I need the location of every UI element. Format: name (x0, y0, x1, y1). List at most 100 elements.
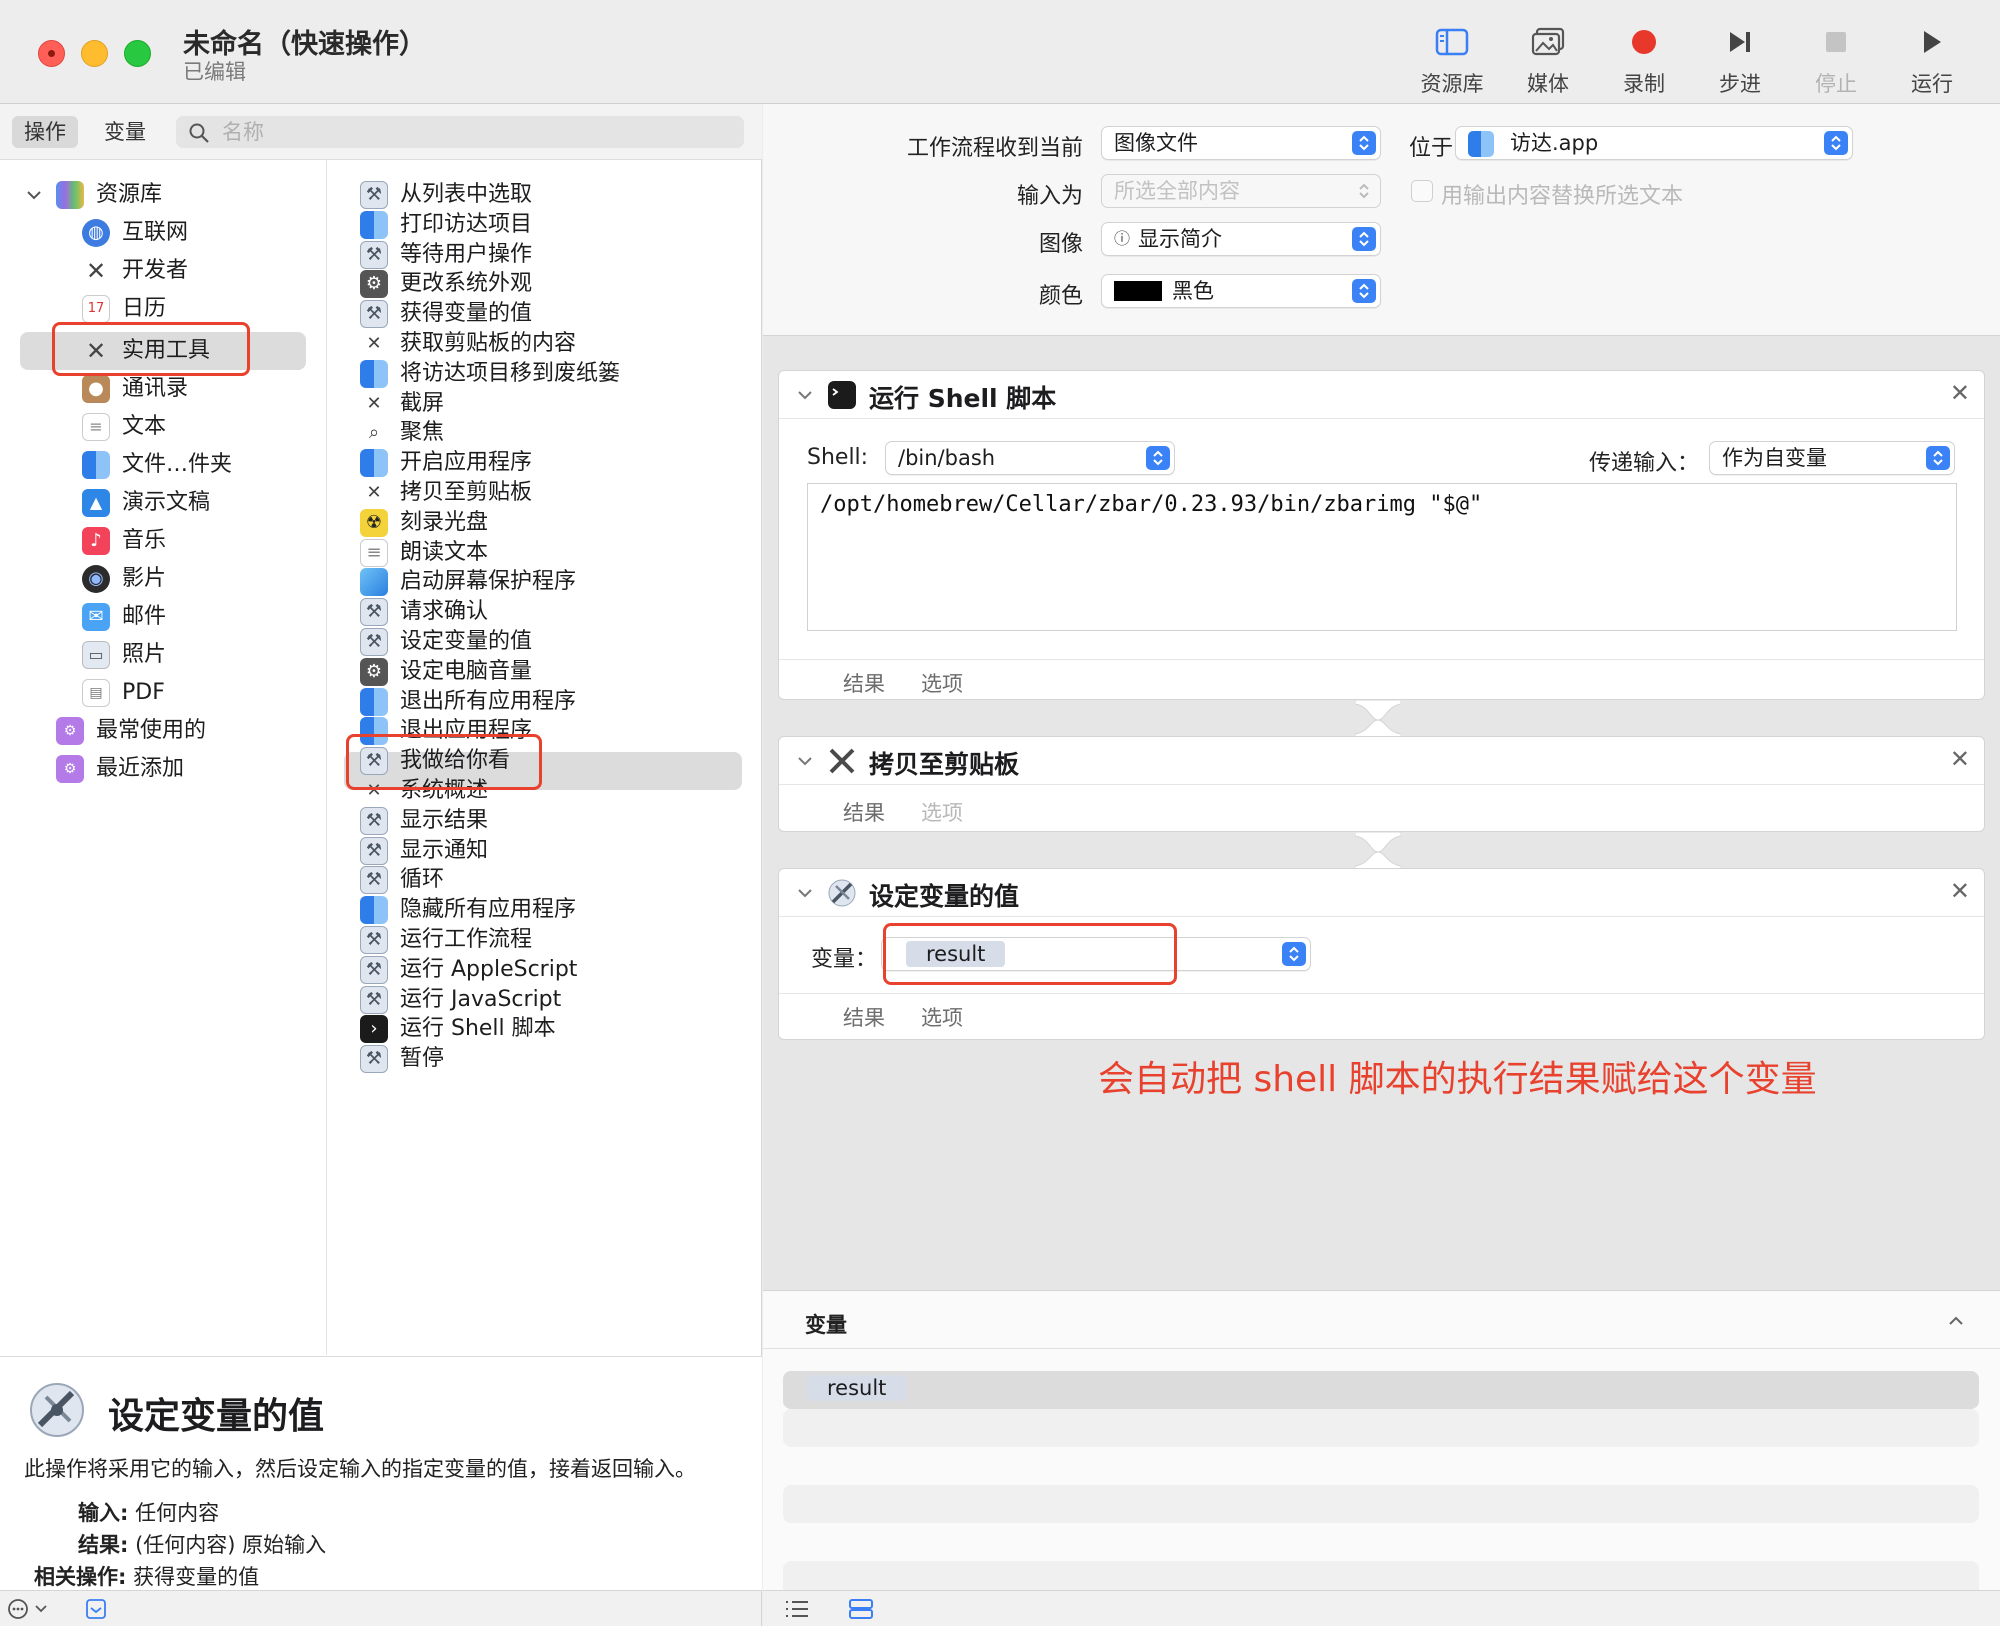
category-label: 演示文稿 (122, 490, 211, 515)
automator-icon: ⚒ (360, 240, 388, 269)
stop-button[interactable]: 停止 (1788, 22, 1884, 98)
results-tab[interactable]: 结果 (843, 797, 885, 827)
category-item[interactable]: ◉ 影片 (82, 560, 166, 598)
category-list: 资源库 ◍ 互联网 ✕ 开发者 17 日历 ✕ 实用工具 ● 通讯录 ≡ 文本 文件…件夹 … (0, 160, 327, 1355)
close-window-button[interactable] (38, 40, 65, 67)
in-app-popup[interactable]: 访达.app (1455, 126, 1853, 160)
close-icon[interactable]: ✕ (1950, 877, 1970, 905)
input-is-popup[interactable]: 所选全部内容 (1101, 174, 1381, 208)
library-label: 资源库 (1420, 72, 1484, 96)
description-title: 设定变量的值 (108, 1396, 325, 1437)
variable-row[interactable]: result (783, 1371, 1979, 1409)
settings-icon: ⚙ (360, 657, 388, 686)
actions-tab[interactable]: 操作 (12, 116, 78, 148)
category-label: 文件…件夹 (122, 452, 233, 477)
highlight-box-variable (883, 923, 1177, 985)
close-icon[interactable]: ✕ (1950, 379, 1970, 407)
record-button[interactable]: 录制 (1596, 22, 1692, 98)
pass-input-popup[interactable]: 作为自变量 (1709, 441, 1955, 475)
category-item[interactable]: ▲ 演示文稿 (82, 484, 210, 522)
automator-icon: ⚒ (360, 598, 388, 627)
replace-text-checkbox[interactable] (1411, 180, 1433, 202)
automator-icon (30, 1383, 84, 1437)
automator-icon: ⚒ (360, 806, 388, 835)
action-connector (1355, 832, 1401, 872)
contacts-icon: ● (82, 375, 110, 403)
zoom-window-button[interactable] (124, 40, 151, 67)
color-label: 颜色 (1038, 284, 1083, 309)
set-variable-action[interactable]: 设定变量的值 ✕ 变量： result 结果 选项 (778, 868, 1985, 1040)
action-item[interactable]: ⚒ 暂停 (360, 1040, 444, 1078)
window-controls (38, 40, 151, 67)
chevron-down-icon[interactable] (795, 883, 815, 903)
step-label: 步进 (1719, 72, 1761, 96)
smart-group-item[interactable]: ⚙ 最常使用的 (56, 712, 206, 750)
results-tab[interactable]: 结果 (843, 668, 885, 698)
category-item[interactable]: ✉ 邮件 (82, 598, 166, 636)
automator-icon: ⚒ (360, 181, 388, 209)
action-header: 拷贝至剪贴板 ✕ (779, 737, 1984, 785)
options-tab[interactable]: 选项 (921, 668, 963, 698)
action-footer: 结果 选项 (779, 789, 1984, 829)
list-view-icon[interactable] (783, 1597, 811, 1621)
highlight-box-utilities (52, 322, 250, 376)
results-tab[interactable]: 结果 (843, 1002, 885, 1032)
description-toggle-icon[interactable] (84, 1597, 108, 1621)
chevron-down-icon[interactable] (795, 385, 815, 405)
category-item[interactable]: ▤ PDF (82, 674, 165, 712)
media-button[interactable]: 媒体 (1500, 22, 1596, 98)
pdf-icon: ▤ (82, 679, 110, 707)
run-label: 运行 (1911, 72, 1953, 96)
category-label: 影片 (122, 566, 167, 591)
stepper-icon (1352, 279, 1376, 303)
search-input[interactable]: 名称 (176, 116, 744, 148)
library-root[interactable]: 资源库 (24, 176, 162, 214)
script-editor[interactable]: /opt/homebrew/Cellar/zbar/0.23.93/bin/zb… (807, 483, 1957, 631)
category-label: 文本 (122, 414, 167, 439)
run-shell-script-action[interactable]: 运行 Shell 脚本 ✕ Shell: /bin/bash 传递输入： 作为自… (778, 370, 1985, 700)
tools-icon: ✕ (366, 392, 382, 414)
variables-tab[interactable]: 变量 (92, 116, 158, 148)
category-item[interactable]: ♪ 音乐 (82, 522, 166, 560)
stop-icon (1826, 32, 1846, 52)
category-item[interactable]: 文件…件夹 (82, 446, 232, 484)
settings-icon: ⚙ (360, 270, 388, 299)
keynote-icon: ▲ (82, 489, 110, 517)
automator-icon: ⚒ (360, 300, 388, 329)
options-tab[interactable]: 选项 (921, 797, 963, 827)
run-button[interactable]: 运行 (1884, 22, 1980, 98)
step-button[interactable]: 步进 (1692, 22, 1788, 98)
chevron-up-icon[interactable] (1946, 1311, 1966, 1331)
category-item[interactable]: ◍ 互联网 (82, 214, 188, 252)
category-item[interactable]: ≡ 文本 (82, 408, 166, 446)
category-item[interactable]: ▭ 照片 (82, 636, 166, 674)
text-icon: ≡ (360, 538, 388, 567)
action-title: 拷贝至剪贴板 (869, 750, 1020, 779)
smart-group-label: 最近添加 (96, 756, 185, 781)
shell-popup[interactable]: /bin/bash (885, 441, 1175, 475)
variables-title: 变量 (805, 1313, 847, 1337)
close-icon[interactable]: ✕ (1950, 745, 1970, 773)
category-item[interactable]: ✕ 开发者 (82, 252, 188, 290)
split-view-icon[interactable] (847, 1597, 875, 1621)
minimize-window-button[interactable] (81, 40, 108, 67)
finder-icon (360, 687, 388, 716)
highlight-box-set-variable (346, 734, 542, 790)
color-popup[interactable]: 黑色 (1101, 274, 1381, 308)
options-tab[interactable]: 选项 (921, 1002, 963, 1032)
library-button[interactable]: 资源库 (1404, 22, 1500, 98)
variables-panel: 变量 result (763, 1290, 2000, 1599)
smart-group-item[interactable]: ⚙ 最近添加 (56, 750, 184, 788)
description-related: 相关操作: 获得变量的值 (34, 1565, 260, 1589)
chevron-down-icon[interactable] (795, 751, 815, 771)
movie-icon: ◉ (82, 565, 110, 593)
more-options-icon[interactable] (6, 1597, 52, 1621)
run-icon (1924, 31, 1941, 53)
receives-popup[interactable]: 图像文件 (1101, 126, 1381, 160)
stepper-icon (1146, 446, 1170, 470)
copy-to-clipboard-action[interactable]: 拷贝至剪贴板 ✕ 结果 选项 (778, 736, 1985, 832)
search-placeholder: 名称 (222, 120, 264, 144)
finder-icon (1468, 131, 1494, 157)
folder-icon: ⚙ (56, 755, 84, 783)
image-popup[interactable]: ⓘ 显示简介 (1101, 222, 1381, 256)
